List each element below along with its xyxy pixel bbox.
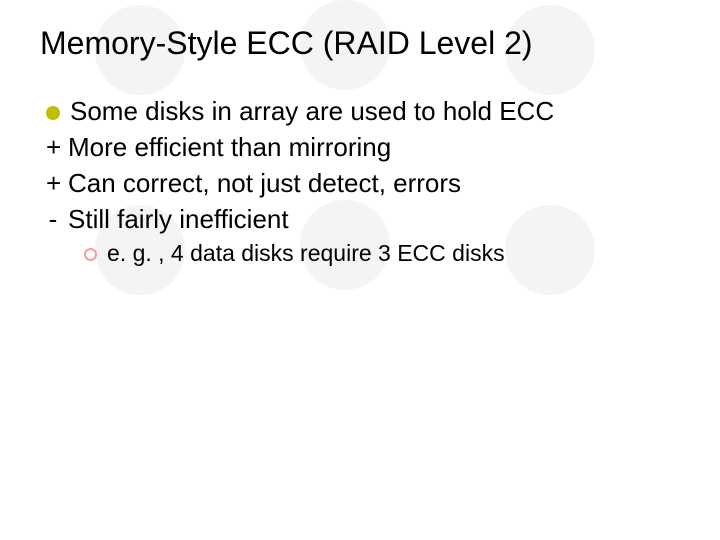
slide: Memory-Style ECC (RAID Level 2) Some dis… [0, 0, 720, 270]
bullet-text: Can correct, not just detect, errors [68, 166, 461, 202]
sub-list: e. g. , 4 data disks require 3 ECC disks [46, 238, 684, 270]
sub-bullet-text: e. g. , 4 data disks require 3 ECC disks [107, 238, 505, 270]
minus-marker: - [46, 202, 60, 238]
plus-marker: + [46, 166, 60, 202]
slide-body: Some disks in array are used to hold ECC… [36, 94, 684, 269]
sub-bullet-item: e. g. , 4 data disks require 3 ECC disks [84, 238, 684, 270]
bullet-item: Some disks in array are used to hold ECC [46, 94, 684, 130]
bullet-item: - Still fairly inefficient [46, 202, 684, 238]
disc-bullet-icon [46, 106, 60, 120]
bullet-text: Still fairly inefficient [68, 202, 289, 238]
bullet-text: Some disks in array are used to hold ECC [70, 94, 554, 130]
ring-bullet-icon [84, 248, 97, 261]
bullet-item: + More efficient than mirroring [46, 130, 684, 166]
bullet-item: + Can correct, not just detect, errors [46, 166, 684, 202]
plus-marker: + [46, 130, 60, 166]
bullet-text: More efficient than mirroring [68, 130, 391, 166]
slide-title: Memory-Style ECC (RAID Level 2) [40, 24, 684, 62]
